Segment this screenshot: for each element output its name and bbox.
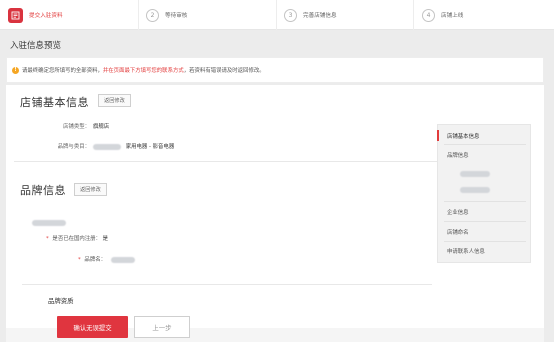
nav-item-company-info[interactable]: 企业信息 bbox=[438, 208, 532, 216]
notice-bar: ! 请最终确定您所填写的全部资料， 并在页面最下方填写您的联系方式 ，若资料有错… bbox=[6, 57, 544, 83]
step-2-number: 2 bbox=[146, 8, 159, 22]
brand-category-label: 品牌与类目： bbox=[57, 144, 90, 150]
nav-divider bbox=[444, 221, 526, 222]
redacted-text bbox=[110, 256, 135, 263]
previous-step-button[interactable]: 上一步 bbox=[134, 316, 190, 338]
step-divider bbox=[413, 0, 414, 30]
notice-text: 请最终确定您所填写的全部资料， bbox=[22, 68, 103, 74]
step-4: 4 店铺上线 bbox=[422, 0, 463, 30]
step-divider bbox=[138, 0, 139, 30]
nav-divider bbox=[444, 201, 526, 202]
nav-item-brand-info[interactable]: 品牌信息 bbox=[438, 151, 532, 159]
nav-divider bbox=[444, 241, 526, 242]
progress-steps: 提交入驻资料 2 等待审核 3 完善店铺信息 4 店铺上线 bbox=[0, 0, 554, 30]
confirm-submit-button[interactable]: 确认无误提交 bbox=[57, 316, 128, 338]
brand-name-redacted bbox=[32, 212, 66, 231]
redacted-text bbox=[32, 219, 66, 226]
step-1-label: 提交入驻资料 bbox=[29, 13, 63, 19]
section-nav: 店铺基本信息 品牌信息 企业信息 店铺命名 申请联系人信息 bbox=[437, 124, 531, 263]
step-2-label: 等待审核 bbox=[165, 13, 188, 19]
registered-value: 是 bbox=[102, 236, 109, 242]
store-edit-button[interactable]: 返回修改 bbox=[98, 94, 131, 107]
section-divider bbox=[14, 161, 439, 162]
nav-item-store-naming[interactable]: 店铺命名 bbox=[438, 228, 532, 236]
step-2: 2 等待审核 bbox=[146, 0, 187, 30]
registered-label: 是否已在国内注册： bbox=[52, 236, 101, 242]
notice-highlight: 并在页面最下方填写您的联系方式 bbox=[102, 68, 184, 74]
nav-item-contact-info[interactable]: 申请联系人信息 bbox=[438, 247, 532, 255]
step-4-number: 4 bbox=[422, 8, 435, 22]
notice-text-end: ，若资料有错误请及时返回修改。 bbox=[183, 68, 265, 74]
store-type-value: 旗舰店 bbox=[93, 124, 110, 130]
required-mark: * bbox=[78, 257, 81, 263]
brand-edit-button[interactable]: 返回修改 bbox=[74, 183, 107, 196]
redacted-text bbox=[93, 143, 121, 150]
page: 提交入驻资料 2 等待审核 3 完善店铺信息 4 店铺上线 入驻信息预览 ! 请… bbox=[0, 0, 554, 342]
nav-divider bbox=[444, 144, 526, 145]
step-1: 提交入驻资料 bbox=[8, 0, 63, 30]
store-section-title: 店铺基本信息 bbox=[20, 96, 89, 109]
step-3: 3 完善店铺信息 bbox=[284, 0, 337, 30]
nav-item-store-info[interactable]: 店铺基本信息 bbox=[438, 132, 532, 140]
nav-subitem-redacted[interactable] bbox=[438, 171, 532, 178]
registered-row: * 是否已在国内注册： 是 bbox=[46, 234, 108, 242]
page-title: 入驻信息预览 bbox=[10, 41, 62, 51]
step-divider bbox=[276, 0, 277, 30]
redacted-text bbox=[460, 171, 490, 177]
step-3-label: 完善店铺信息 bbox=[303, 13, 337, 19]
step-4-label: 店铺上线 bbox=[441, 13, 464, 19]
nav-subitem-redacted[interactable] bbox=[438, 187, 532, 194]
document-icon bbox=[8, 7, 23, 23]
required-mark: * bbox=[46, 236, 49, 242]
brand-name-label: 品牌名： bbox=[84, 257, 106, 263]
brand-qualification-title: 品牌资质 bbox=[48, 297, 74, 305]
warning-icon: ! bbox=[12, 66, 19, 74]
redacted-text bbox=[460, 187, 490, 193]
brand-section-title: 品牌信息 bbox=[20, 184, 66, 197]
brand-name-row: * 品牌名： bbox=[78, 255, 135, 263]
section-divider bbox=[22, 284, 432, 285]
step-3-number: 3 bbox=[284, 8, 297, 22]
store-type-label: 店铺类型： bbox=[63, 124, 90, 130]
brand-category-row: 家用电器 - 影音电器 bbox=[93, 142, 174, 150]
brand-category-value: 家用电器 - 影音电器 bbox=[125, 144, 175, 150]
